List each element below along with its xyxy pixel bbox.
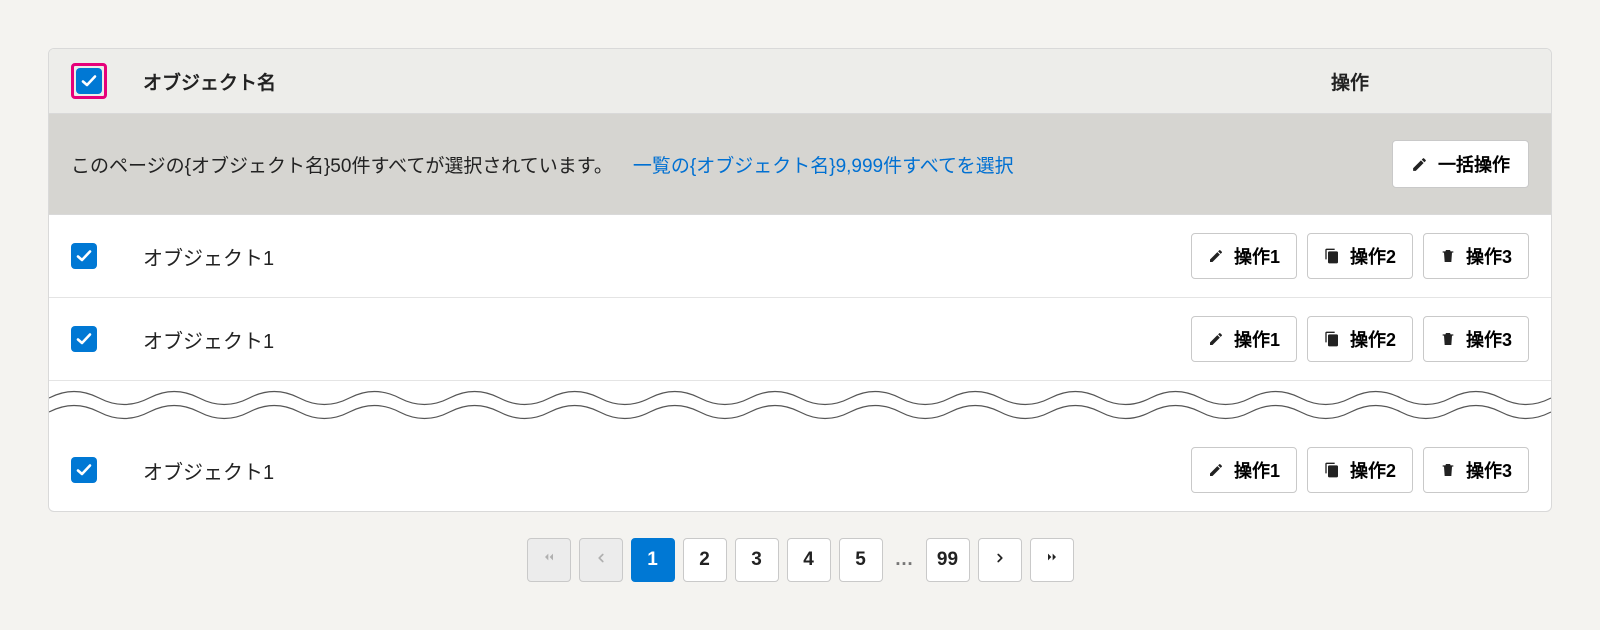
object-table: オブジェクト名 操作 このページの{オブジェクト名}50件すべてが選択されていま… (48, 48, 1552, 512)
action3-label: 操作3 (1466, 326, 1512, 352)
page-number-button[interactable]: 3 (735, 538, 779, 582)
row-actions: 操作1 操作2 操作3 (1191, 316, 1529, 362)
row-name: オブジェクト1 (143, 456, 274, 485)
action1-label: 操作1 (1234, 243, 1280, 269)
check-icon (76, 331, 92, 347)
select-all-highlight (71, 63, 107, 99)
action1-label: 操作1 (1234, 326, 1280, 352)
page-number-button[interactable]: 5 (839, 538, 883, 582)
action3-label: 操作3 (1466, 457, 1512, 483)
action3-button[interactable]: 操作3 (1423, 447, 1529, 493)
column-header-actions: 操作 (1331, 68, 1369, 95)
action3-button[interactable]: 操作3 (1423, 233, 1529, 279)
column-header-name: オブジェクト名 (143, 68, 276, 95)
action2-label: 操作2 (1350, 457, 1396, 483)
row-checkbox[interactable] (71, 243, 97, 269)
check-icon (76, 248, 92, 264)
pencil-icon (1208, 248, 1224, 264)
trash-icon (1440, 248, 1456, 264)
table-row: オブジェクト1 操作1 操作2 操作3 (49, 429, 1551, 511)
trash-icon (1440, 462, 1456, 478)
action1-button[interactable]: 操作1 (1191, 447, 1297, 493)
row-name: オブジェクト1 (143, 325, 274, 354)
trash-icon (1440, 331, 1456, 347)
action2-button[interactable]: 操作2 (1307, 233, 1413, 279)
page-number-button[interactable]: 4 (787, 538, 831, 582)
action2-button[interactable]: 操作2 (1307, 447, 1413, 493)
pencil-icon (1208, 462, 1224, 478)
action2-label: 操作2 (1350, 243, 1396, 269)
selection-banner: このページの{オブジェクト名}50件すべてが選択されています。 一覧の{オブジェ… (49, 114, 1551, 215)
chevron-double-left-icon (541, 549, 557, 571)
page-last-button[interactable] (1030, 538, 1074, 582)
row-name: オブジェクト1 (143, 242, 274, 271)
pencil-icon (1411, 156, 1428, 173)
selection-message: このページの{オブジェクト名}50件すべてが選択されています。 (71, 151, 613, 178)
select-all-checkbox[interactable] (76, 68, 102, 94)
copy-icon (1324, 248, 1340, 264)
page-number-button[interactable]: 1 (631, 538, 675, 582)
row-actions: 操作1 操作2 操作3 (1191, 447, 1529, 493)
bulk-action-label: 一括操作 (1438, 151, 1510, 177)
page-next-button[interactable] (978, 538, 1022, 582)
row-gap-indicator (49, 381, 1551, 429)
action3-button[interactable]: 操作3 (1423, 316, 1529, 362)
page-number-button[interactable]: 99 (926, 538, 970, 582)
select-all-link[interactable]: 一覧の{オブジェクト名}9,999件すべてを選択 (633, 151, 1014, 178)
check-icon (76, 462, 92, 478)
copy-icon (1324, 462, 1340, 478)
chevron-right-icon (993, 549, 1007, 571)
chevron-left-icon (594, 549, 608, 571)
action2-label: 操作2 (1350, 326, 1396, 352)
page-prev-button[interactable] (579, 538, 623, 582)
pencil-icon (1208, 331, 1224, 347)
page-first-button[interactable] (527, 538, 571, 582)
action1-button[interactable]: 操作1 (1191, 233, 1297, 279)
chevron-double-right-icon (1044, 549, 1060, 571)
action1-button[interactable]: 操作1 (1191, 316, 1297, 362)
page-ellipsis: … (891, 549, 918, 571)
action2-button[interactable]: 操作2 (1307, 316, 1413, 362)
row-actions: 操作1 操作2 操作3 (1191, 233, 1529, 279)
table-row: オブジェクト1 操作1 操作2 操作3 (49, 215, 1551, 298)
pagination: 1 2 3 4 5 … 99 (48, 538, 1552, 582)
table-row: オブジェクト1 操作1 操作2 操作3 (49, 298, 1551, 381)
table-header: オブジェクト名 操作 (49, 49, 1551, 114)
action1-label: 操作1 (1234, 457, 1280, 483)
row-checkbox[interactable] (71, 457, 97, 483)
row-checkbox[interactable] (71, 326, 97, 352)
check-icon (81, 73, 97, 89)
page-number-button[interactable]: 2 (683, 538, 727, 582)
action3-label: 操作3 (1466, 243, 1512, 269)
copy-icon (1324, 331, 1340, 347)
bulk-action-button[interactable]: 一括操作 (1392, 140, 1529, 188)
